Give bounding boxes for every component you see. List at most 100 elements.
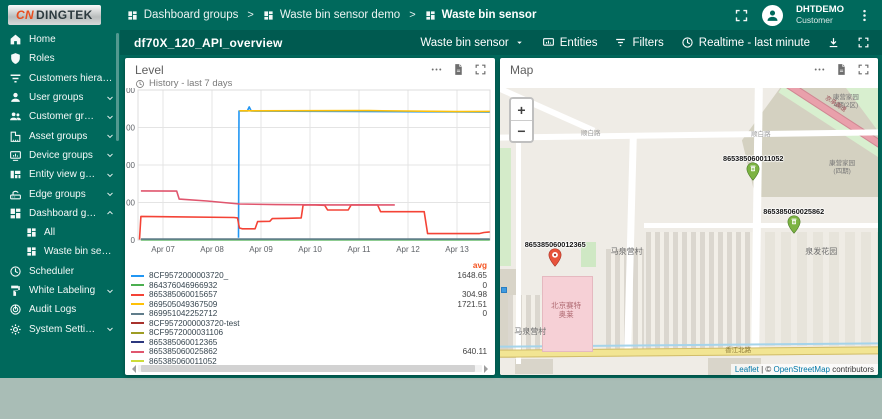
sidebar: Home Roles Customers hierarchy User groups C… (0, 30, 120, 378)
legend-color-swatch (131, 312, 144, 315)
breadcrumb-label: Waste bin sensor demo (279, 9, 401, 21)
widget-title: Map (510, 63, 534, 77)
map-zoom-control: + − (509, 97, 534, 143)
legend-avg-value: 0 (482, 280, 487, 290)
sidebar-item-customers-hierarchy[interactable]: Customers hierarchy (0, 69, 120, 88)
sidebar-item-roles[interactable]: Roles (0, 49, 120, 68)
sidebar-item-all[interactable]: All (0, 223, 120, 242)
sidebar-item-entity-view-groups[interactable]: Entity view groups (0, 165, 120, 184)
zoom-out-button[interactable]: − (511, 120, 532, 141)
legend-item[interactable]: 865385060015657 304.98 (131, 290, 487, 300)
legend-item[interactable]: 865385060012365 (131, 338, 487, 348)
sidebar-item-device-groups[interactable]: Device groups (0, 146, 120, 165)
sidebar-item-label: Asset groups (29, 130, 88, 142)
sidebar-item-label: Customer groups (29, 111, 98, 123)
breadcrumb: Dashboard groups > Waste bin sensor demo > W… (127, 9, 536, 21)
map-point-marker[interactable] (501, 287, 508, 294)
toolbar-fullscreen-icon[interactable] (857, 36, 870, 49)
osm-link[interactable]: OpenStreetMap (773, 365, 829, 374)
legend-color-swatch (131, 293, 144, 296)
chevron-down-icon (105, 93, 115, 103)
scroll-right-icon[interactable] (484, 364, 492, 373)
scrollbar-track[interactable] (138, 365, 482, 372)
widget-fullscreen-icon[interactable] (474, 63, 487, 76)
timewindow-button[interactable]: Realtime - last minute (681, 36, 810, 49)
user-info[interactable]: DHTDEMO Customer (795, 3, 844, 26)
sidebar-item-customer-groups[interactable]: Customer groups (0, 107, 120, 126)
caret-down-icon (514, 37, 525, 48)
more-menu-icon[interactable] (857, 8, 872, 23)
users-icon (9, 110, 22, 123)
home-icon (9, 33, 22, 46)
chevron-down-icon (105, 170, 115, 180)
sidebar-item-dashboard-groups[interactable]: Dashboard groups (0, 204, 120, 223)
sidebar-item-white-labeling[interactable]: White Labeling (0, 281, 120, 300)
sidebar-item-asset-groups[interactable]: Asset groups (0, 126, 120, 145)
legend-item[interactable]: 8CF9572000031106 (131, 328, 487, 338)
dashboard-canvas: Level History - last 7 days 0 00 00 00 0… (120, 55, 882, 378)
download-icon[interactable] (827, 36, 840, 49)
sidebar-item-label: Home (29, 34, 56, 46)
paint-icon (9, 284, 22, 297)
sidebar-item-label: System Settings (29, 323, 98, 335)
svg-text:Apr 07: Apr 07 (151, 245, 175, 254)
svg-text:Apr 10: Apr 10 (298, 245, 322, 254)
legend-color-swatch (131, 360, 144, 363)
svg-text:Apr 09: Apr 09 (249, 245, 273, 254)
level-hscrollbar[interactable] (128, 364, 492, 373)
brand-logo[interactable]: CN DINGTEK (8, 5, 101, 25)
top-header: CN DINGTEK Dashboard groups > Waste bin se… (0, 0, 882, 30)
widget-more-icon[interactable] (813, 63, 826, 76)
legend-item[interactable]: 865385060025862 640.11 (131, 347, 487, 357)
sidebar-item-audit-logs[interactable]: Audit Logs (0, 300, 120, 319)
sidebar-item-scheduler[interactable]: Scheduler (0, 262, 120, 281)
dashboard-icon (127, 10, 138, 21)
map-canvas[interactable]: + − Leaflet | © OpenStreetMap contributo… (500, 88, 878, 375)
map-widget-header: Map (500, 58, 878, 88)
legend-item[interactable]: 8CF9572000003720-test (131, 319, 487, 329)
scrollbar-thumb[interactable] (141, 365, 476, 372)
breadcrumb-separator: > (409, 9, 416, 21)
map-attribution: Leaflet | © OpenStreetMap contributors (730, 364, 878, 375)
legend-item[interactable]: 8CF9572000003720_ 1648.65 (131, 271, 487, 281)
sidebar-item-system-settings[interactable]: System Settings (0, 319, 120, 338)
sidebar-item-label: Edge groups (29, 188, 86, 200)
map-road (643, 222, 878, 228)
user-role: Customer (795, 14, 833, 25)
entity-alias-label: Waste bin sensor (420, 36, 509, 49)
fullscreen-icon[interactable] (734, 8, 749, 23)
legend-item[interactable]: 869951042252712 0 (131, 309, 487, 319)
legend-label: 8CF9572000003720-test (149, 318, 240, 328)
sidebar-item-edge-groups[interactable]: Edge groups (0, 184, 120, 203)
legend-label: 865385060012365 (149, 337, 218, 347)
leaflet-link[interactable]: Leaflet (735, 365, 759, 374)
scroll-left-icon[interactable] (128, 364, 136, 373)
sidebar-item-user-groups[interactable]: User groups (0, 88, 120, 107)
legend-item[interactable]: 864376046966932 0 (131, 281, 487, 291)
breadcrumb-item[interactable]: Waste bin sensor demo (263, 9, 400, 21)
widget-fullscreen-icon[interactable] (857, 63, 870, 76)
sidebar-scrollbar[interactable] (116, 33, 119, 141)
chevron-up-icon (105, 208, 115, 218)
filters-button[interactable]: Filters (614, 36, 664, 49)
breadcrumb-item[interactable]: Waste bin sensor (425, 9, 536, 21)
widget-export-icon[interactable] (835, 63, 848, 76)
user-name: DHTDEMO (795, 3, 844, 15)
legend-agg-header: avg (472, 261, 487, 270)
map-block (764, 231, 878, 347)
entities-button[interactable]: Entities (542, 36, 597, 49)
breadcrumb-item[interactable]: Dashboard groups (127, 9, 238, 21)
widget-more-icon[interactable] (430, 63, 443, 76)
widget-export-icon[interactable] (452, 63, 465, 76)
entity-alias-select[interactable]: Waste bin sensor (420, 37, 524, 49)
sidebar-menu: Home Roles Customers hierarchy User groups C… (0, 30, 120, 339)
legend-color-swatch (131, 331, 144, 334)
zoom-in-button[interactable]: + (511, 99, 532, 120)
svg-text:Apr 13: Apr 13 (445, 245, 469, 254)
widget-title: Level (135, 63, 164, 77)
avatar[interactable] (761, 4, 783, 26)
dashboard-toolbar: df70X_120_API_overview Waste bin sensor … (120, 30, 882, 55)
sidebar-item-home[interactable]: Home (0, 30, 120, 49)
legend-item[interactable]: 869505049367509 1721.51 (131, 300, 487, 310)
sidebar-item-waste-bin-sensor-demo[interactable]: Waste bin sensor demo (0, 242, 120, 261)
